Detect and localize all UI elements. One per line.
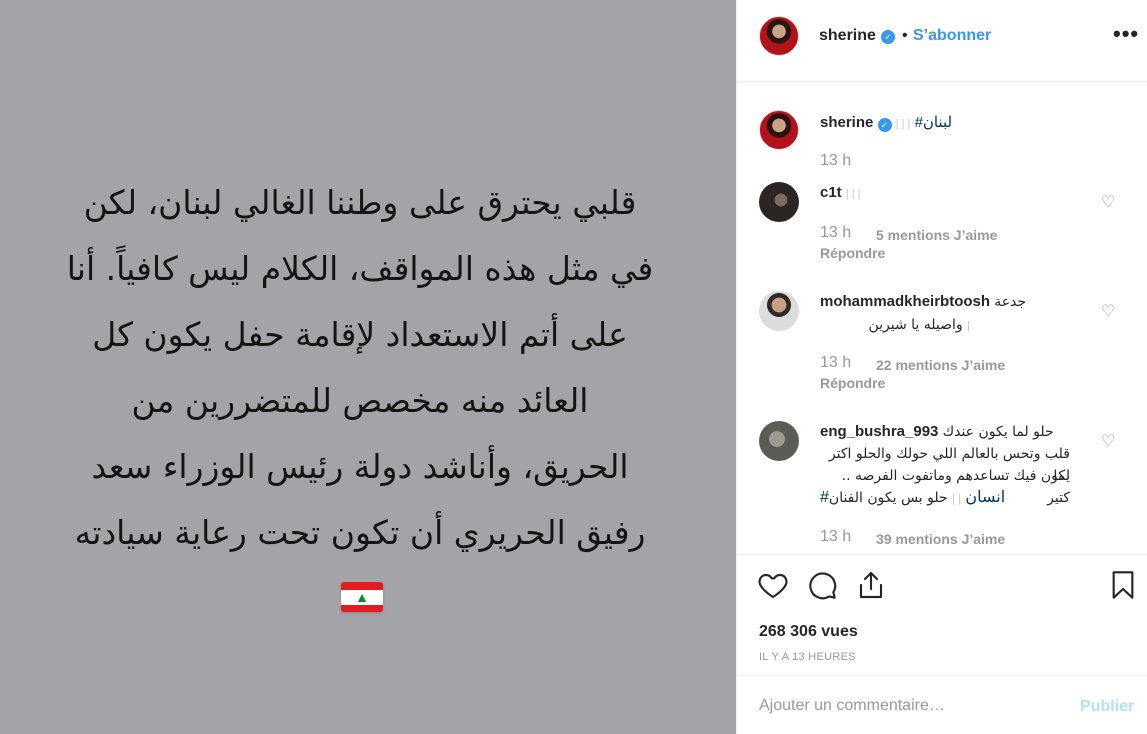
comment-ghost-text: |: [967, 320, 970, 332]
list-item: eng_bushra_993 حلو لما يكون عندك قلب وتح…: [737, 421, 1147, 554]
avatar[interactable]: [759, 110, 799, 150]
comment-likes[interactable]: 22 mentions J’aime: [876, 357, 1005, 373]
comment-timestamp[interactable]: 13 h: [820, 528, 851, 546]
more-options-icon[interactable]: •••: [1113, 21, 1139, 47]
comment-username[interactable]: c1t: [820, 184, 842, 201]
comment-text: حلو بس يكون الفنان: [828, 490, 948, 506]
post-sidebar: sherine ✓ • S’abonner ••• sherine ✓ | | …: [736, 0, 1147, 734]
image-text-line: العائد منه مخصص للمتضررين من: [131, 381, 589, 420]
comment-text: جدعة: [994, 294, 1027, 310]
like-comment-heart-icon[interactable]: ♡: [1101, 431, 1115, 451]
caption-timestamp[interactable]: 13 h: [820, 152, 851, 170]
image-text-line: الحريق، وأناشد دولة رئيس الوزراء سعد: [91, 447, 629, 486]
like-comment-heart-icon[interactable]: ♡: [1101, 301, 1115, 321]
heart-icon[interactable]: [757, 569, 789, 601]
comment-username[interactable]: mohammadkheirbtoosh: [820, 293, 990, 310]
bookmark-icon[interactable]: [1107, 569, 1139, 601]
avatar[interactable]: [759, 182, 799, 222]
author-username[interactable]: sherine: [819, 27, 876, 45]
share-icon[interactable]: [855, 569, 887, 601]
verified-badge-icon: ✓: [881, 30, 895, 44]
add-comment-bar: Publier: [737, 675, 1147, 734]
list-item: c1t | | | ♡ 13 h 5 mentions J’aime Répon…: [737, 182, 1147, 272]
view-count[interactable]: 268 306 vues: [759, 623, 858, 641]
comment-text: حلو لما يكون عندك: [942, 424, 1054, 440]
comment-timestamp[interactable]: 13 h: [820, 224, 851, 242]
publish-button[interactable]: Publier: [1080, 698, 1134, 716]
comment-ghost-text: | | |: [845, 188, 861, 200]
image-text-line: في مثل هذه المواقف، الكلام ليس كافياً. أ…: [66, 249, 654, 288]
post-image[interactable]: قلبي يحترق على وطننا الغالي لبنان، لكن ف…: [0, 0, 736, 734]
reply-button[interactable]: Répondre: [820, 375, 885, 391]
avatar[interactable]: [759, 421, 799, 461]
separator-dot: •: [902, 27, 908, 44]
comment-ghost-text: | |: [952, 493, 961, 505]
reply-button[interactable]: Répondre: [820, 245, 885, 261]
caption-ghost-text: | | |: [895, 118, 911, 130]
like-comment-heart-icon[interactable]: ♡: [1101, 192, 1115, 212]
caption-username[interactable]: sherine: [820, 114, 873, 131]
hashtag-link[interactable]: #لبنان: [915, 114, 953, 131]
comment-icon[interactable]: [806, 569, 838, 601]
post-caption: sherine ✓ | | | #لبنان 13 h: [737, 110, 1147, 180]
lebanon-flag-icon: ▲: [341, 582, 383, 612]
comment-input[interactable]: [759, 694, 1059, 718]
post-header: sherine ✓ • S’abonner •••: [737, 0, 1147, 82]
list-item: mohammadkheirbtoosh جدعة واصيله يا شيرين…: [737, 291, 1147, 401]
image-text-line: قلبي يحترق على وطننا الغالي لبنان، لكن: [83, 183, 637, 222]
avatar[interactable]: [759, 291, 799, 331]
image-text-line: على أتم الاستعداد لإقامة حفل يكون كل: [92, 315, 628, 354]
image-text: قلبي يحترق على وطننا الغالي لبنان، لكن ف…: [40, 170, 680, 566]
comment-text: واصيله يا شيرين: [868, 317, 963, 333]
follow-button[interactable]: S’abonner: [913, 27, 991, 45]
comment-timestamp[interactable]: 13 h: [820, 354, 851, 372]
post-actions: 268 306 vues IL Y A 13 HEURES: [737, 555, 1147, 675]
comment-likes[interactable]: 39 mentions J’aime: [876, 531, 1005, 547]
image-text-line: رفيق الحريري أن تكون تحت رعاية سيادته: [74, 513, 646, 552]
avatar[interactable]: [759, 16, 799, 56]
comment-likes[interactable]: 5 mentions J’aime: [876, 227, 997, 243]
post-timestamp[interactable]: IL Y A 13 HEURES: [759, 651, 856, 663]
comments-list[interactable]: sherine ✓ | | | #لبنان 13 h c1t | | | ♡ …: [737, 82, 1147, 555]
verified-badge-icon: ✓: [877, 118, 892, 132]
comment-username[interactable]: eng_bushra_993: [820, 423, 938, 440]
